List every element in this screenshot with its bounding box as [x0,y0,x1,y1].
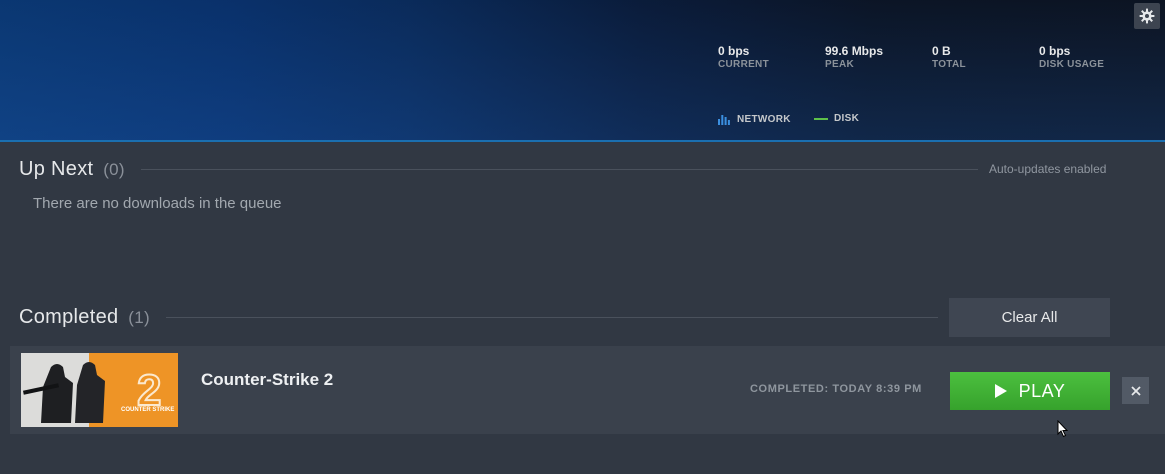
thumb-text: COUNTER STRIKE [121,407,174,413]
completed-timestamp: COMPLETED: TODAY 8:39 PM [750,383,922,395]
completed-count: (1) [128,308,150,327]
download-graph-header: 0 bps CURRENT 99.6 Mbps PEAK 0 B TOTAL 0… [0,0,1165,142]
game-thumbnail[interactable]: 2 COUNTER STRIKE [21,353,178,427]
legend-network-label: NETWORK [737,113,791,125]
disk-line-icon [814,117,828,120]
stat-disk-usage: 0 bps DISK USAGE [1039,44,1104,71]
auto-updates-status[interactable]: Auto-updates enabled [989,162,1106,176]
stat-total-value: 0 B [932,44,951,58]
mouse-cursor-icon [1057,420,1069,438]
legend-network[interactable]: NETWORK [718,113,791,125]
legend-disk-label: DISK [834,113,860,124]
stat-disk-usage-label: DISK USAGE [1039,59,1105,70]
stat-total: 0 B TOTAL [932,44,966,71]
completed-divider [166,317,938,318]
up-next-divider [141,169,978,170]
stat-current: 0 bps CURRENT [718,44,769,71]
game-title[interactable]: Counter-Strike 2 [201,370,333,390]
close-icon [1130,385,1141,396]
play-button-label: PLAY [1018,380,1066,401]
play-button[interactable]: PLAY [950,372,1110,410]
play-icon [994,384,1007,398]
stat-current-label: CURRENT [718,59,769,70]
up-next-heading: Up Next (0) [19,158,125,181]
remove-download-button[interactable] [1122,377,1149,404]
stat-disk-usage-value: 0 bps [1039,44,1071,58]
settings-button[interactable] [1134,3,1160,29]
stat-peak-label: PEAK [825,59,854,70]
stat-current-value: 0 bps [718,44,750,58]
stat-peak-value: 99.6 Mbps [825,44,884,58]
gear-icon [1139,8,1155,24]
game-cover-art: 2 COUNTER STRIKE [21,353,178,427]
up-next-count: (0) [103,160,125,179]
legend-disk[interactable]: DISK [814,113,859,124]
up-next-title: Up Next [19,158,94,180]
completed-title: Completed [19,306,119,328]
network-bars-icon [718,115,730,125]
completed-heading: Completed (1) [19,306,150,329]
empty-queue-message: There are no downloads in the queue [33,195,282,212]
stat-peak: 99.6 Mbps PEAK [825,44,883,71]
stat-total-label: TOTAL [932,59,966,70]
completed-download-row[interactable]: 2 COUNTER STRIKE Counter-Strike 2 COMPLE… [10,346,1165,434]
clear-all-button[interactable]: Clear All [949,298,1110,337]
